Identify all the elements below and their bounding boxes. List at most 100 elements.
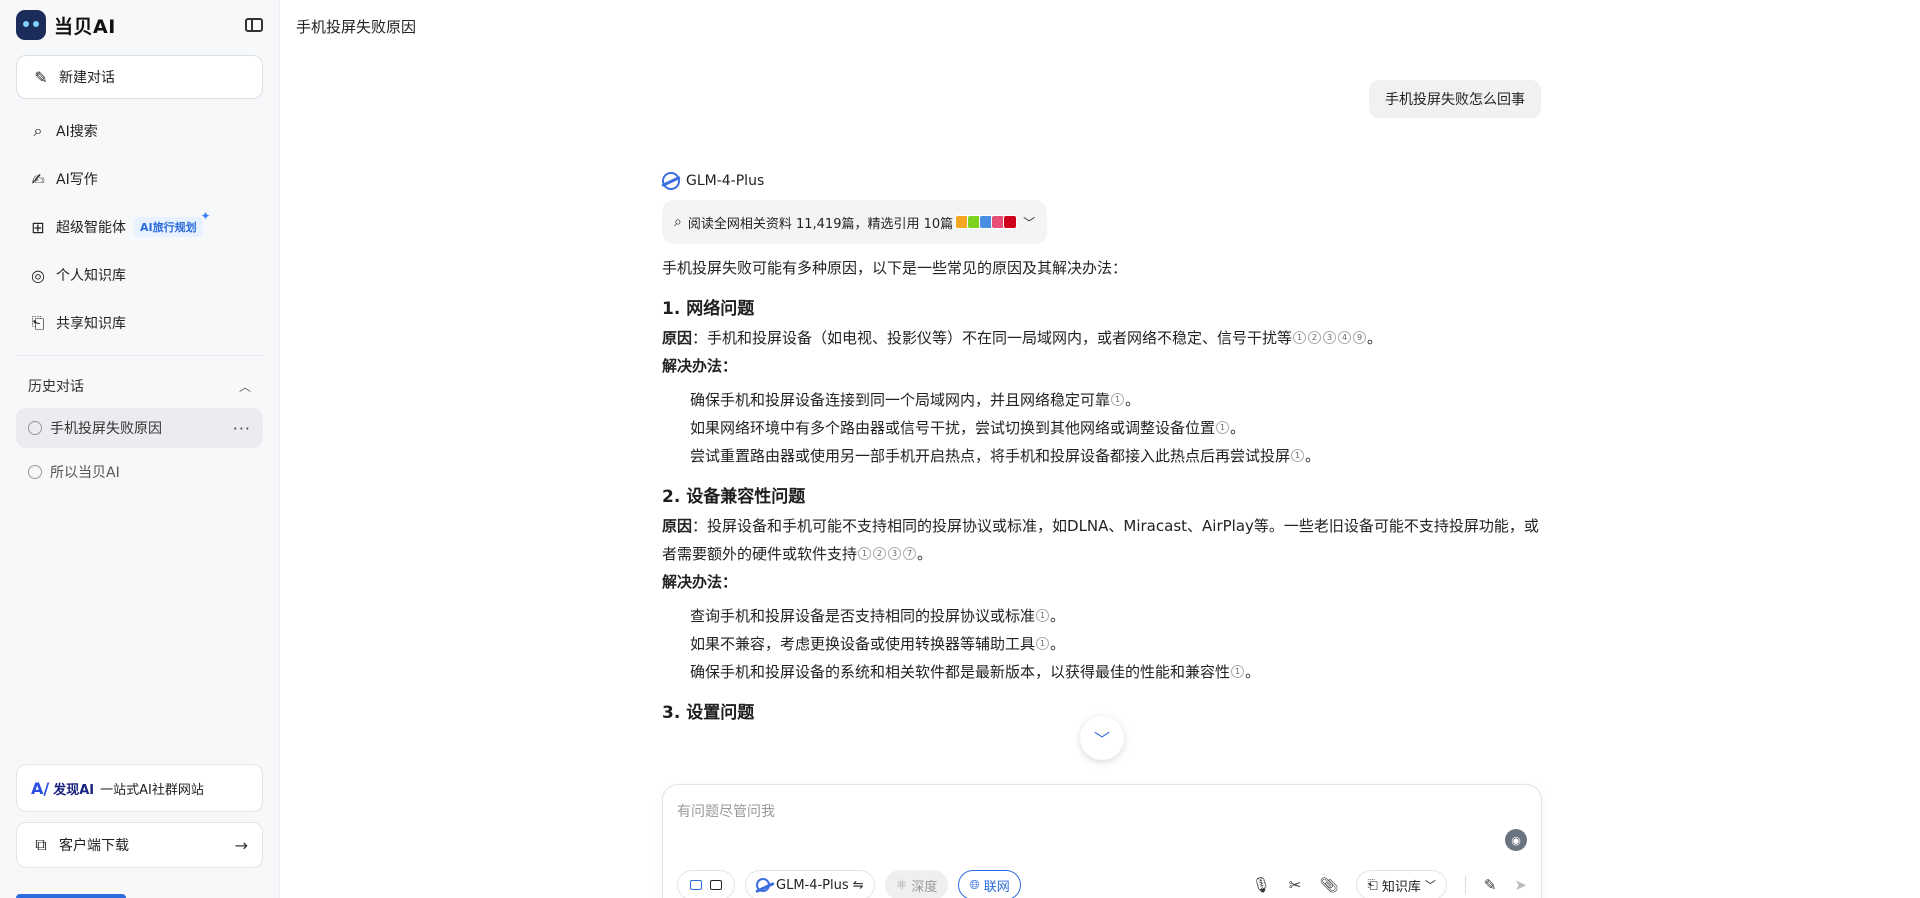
split-view-icon[interactable] [710,880,722,890]
citation[interactable]: 1 [1293,331,1307,344]
citation[interactable]: 4 [1338,331,1352,344]
fix-text: 如果网络环境中有多个路由器或信号干扰，尝试切换到其他网络或调整设备位置 [690,419,1216,437]
fix-text: 尝试重置路由器或使用另一部手机开启热点，将手机和投屏设备都接入此热点后再尝试投屏 [690,447,1291,465]
sidebar-item-label: AI搜索 [56,124,98,140]
model-name: GLM-4-Plus [686,173,765,189]
user-message: 手机投屏失败怎么回事 [1369,80,1541,118]
new-chat-icon: ✎ [34,67,48,87]
chevron-up-icon[interactable]: ︿ [239,378,251,395]
fix-text: 如果不兼容，考虑更换设备或使用转换器等辅助工具 [690,635,1036,653]
fix-text: 确保手机和投屏设备的系统和相关软件都是最新版本，以获得最佳的性能和兼容性 [690,663,1231,681]
chat-bubble-icon [28,465,42,479]
citation[interactable]: 2 [873,547,887,560]
single-view-icon[interactable] [690,880,702,890]
cause-label: 原因 [662,517,693,535]
citation[interactable]: 2 [1308,331,1322,344]
citation[interactable]: 3 [1323,331,1337,344]
section-cause: 原因：手机和投屏设备（如电视、投影仪等）不在同一局域网内，或者网络不稳定、信号干… [662,329,1383,347]
citation[interactable]: 1 [1036,609,1050,622]
new-chat-button[interactable]: ✎ 新建对话 [16,55,263,99]
composer-toolbar: GLM-4-Plus ⇋ ⚛ 深度 🌐︎ 联网 🎙︎ ✂ 📎︎ ⎗ 知识库 ﹀ … [677,869,1527,898]
citation[interactable]: 1 [1291,449,1305,462]
sidebar-item-super-agent[interactable]: ⊞ 超级智能体 AI旅行规划 ✦ [0,203,279,251]
assistant-answer: GLM-4-Plus ⌕ 阅读全网相关资料 11,419篇，精选引用 10篇 ﹀… [662,172,1542,728]
chat-bubble-icon [28,421,42,435]
pen-icon: ✍ [31,169,45,189]
citation[interactable]: 1 [1111,393,1125,406]
send-icon[interactable]: ➤ [1514,876,1527,894]
arrow-right-icon: → [234,835,248,855]
robot-logo-icon [16,10,46,40]
citation[interactable]: 1 [1036,637,1050,650]
badge-label: AI旅行规划 [140,221,197,234]
layout-toggle[interactable] [677,870,735,898]
chevron-down-icon: ﹀ [1424,879,1436,892]
list-item: 尝试重置路由器或使用另一部手机开启热点，将手机和投屏设备都接入此热点后再尝试投屏… [690,447,1321,465]
answer-intro: 手机投屏失败可能有多种原因，以下是一些常见的原因及其解决办法： [662,259,1128,277]
list-item: 查询手机和投屏设备是否支持相同的投屏协议或标准 1。 [690,607,1066,625]
fix-label: 解决办法： [662,573,738,591]
history-header[interactable]: 历史对话 ︿ [0,364,279,408]
history-item-label: 所以当贝AI [50,465,120,481]
sidebar-item-label: AI写作 [56,172,98,188]
globe-icon: 🌐︎ [969,877,980,893]
sidebar-item-ai-search[interactable]: ⌕ AI搜索 [0,107,279,155]
new-chat-label: 新建对话 [59,70,115,86]
citation[interactable]: 9 [1353,331,1367,344]
list-item: 如果不兼容，考虑更换设备或使用转换器等辅助工具 1。 [690,635,1066,653]
citation[interactable]: 1 [1216,421,1230,434]
fix-list: 查询手机和投屏设备是否支持相同的投屏协议或标准 1。 如果不兼容，考虑更换设备或使… [662,602,1542,686]
references-toggle[interactable]: ⌕ 阅读全网相关资料 11,419篇，精选引用 10篇 ﹀ [662,200,1048,244]
robot-assistant-icon[interactable]: ◉ [1505,829,1527,851]
citation[interactable]: 1 [1231,665,1245,678]
planet-model-icon [756,878,770,892]
message-input[interactable] [677,801,1497,831]
knowledge-base-select[interactable]: ⎗ 知识库 ﹀ [1356,870,1447,898]
download-label: 客户端下载 [59,838,129,854]
fix-label: 解决办法： [662,357,738,375]
model-select[interactable]: GLM-4-Plus ⇋ [745,870,875,898]
history-item-label: 手机投屏失败原因 [50,421,162,437]
paperclip-icon[interactable]: 📎︎ [1319,876,1338,894]
sidebar-item-label: 超级智能体 [56,220,126,236]
app-name: 当贝AI [54,15,116,38]
page-title: 手机投屏失败原因 [296,18,417,36]
promo-banner[interactable]: A/ 发现AI 一站式AI社群网站 [16,764,263,812]
sidebar-item-shared-kb[interactable]: ⎗ 共享知识库 [0,299,279,347]
fix-label-text: 解决办法 [662,573,723,591]
scroll-down-button[interactable]: ﹀ [1080,716,1124,760]
divider [16,355,263,356]
fix-list: 确保手机和投屏设备连接到同一个局域网内，并且网络稳定可靠 1。 如果网络环境中有多… [662,386,1542,470]
more-options-icon[interactable]: ··· [233,419,251,438]
list-item: 如果网络环境中有多个路由器或信号干扰，尝试切换到其他网络或调整设备位置 1。 [690,419,1246,437]
chat-main: 手机投屏失败原因 手机投屏失败怎么回事 GLM-4-Plus ⌕ 阅读全网相关资… [280,0,1920,898]
citation[interactable]: 3 [888,547,902,560]
citation[interactable]: 7 [903,547,917,560]
sidebar-toggle-icon[interactable] [245,18,263,32]
web-label: 联网 [983,879,1010,895]
citation[interactable]: 1 [858,547,872,560]
microphone-icon[interactable]: 🎙︎ [1252,876,1271,894]
source-favicons [955,215,1018,229]
chevron-down-icon: ﹀ [1023,215,1036,230]
fix-text: 确保手机和投屏设备连接到同一个局域网内，并且网络稳定可靠 [690,391,1111,409]
composer-right-tools: 🎙︎ ✂ 📎︎ ⎗ 知识库 ﹀ ✎ ➤ [1234,870,1527,898]
web-search-toggle[interactable]: 🌐︎ 联网 [958,870,1021,898]
edit-note-icon[interactable]: ✎ [1484,876,1497,894]
login-button-edge[interactable] [16,894,126,898]
sidebar-item-ai-writing[interactable]: ✍ AI写作 [0,155,279,203]
history-item[interactable]: 所以当贝AI [16,452,263,492]
download-client-button[interactable]: ⧉ 客户端下载 → [16,822,263,868]
deep-think-toggle[interactable]: ⚛ 深度 [884,870,949,898]
chevron-down-icon: ﹀ [1093,730,1110,749]
history-item[interactable]: 手机投屏失败原因 ··· [16,408,263,448]
promo-brand: 发现AI [53,782,95,798]
sidebar-item-label: 个人知识库 [56,268,126,284]
search-icon: ⌕ [33,121,43,140]
sidebar-item-personal-kb[interactable]: ◎ 个人知识库 [0,251,279,299]
search-icon: ⌕ [674,214,682,230]
travel-plan-badge[interactable]: AI旅行规划 ✦ [134,209,211,237]
kb-label: 知识库 [1381,879,1421,895]
scissors-icon[interactable]: ✂ [1289,876,1302,894]
planet-model-icon [662,172,680,190]
